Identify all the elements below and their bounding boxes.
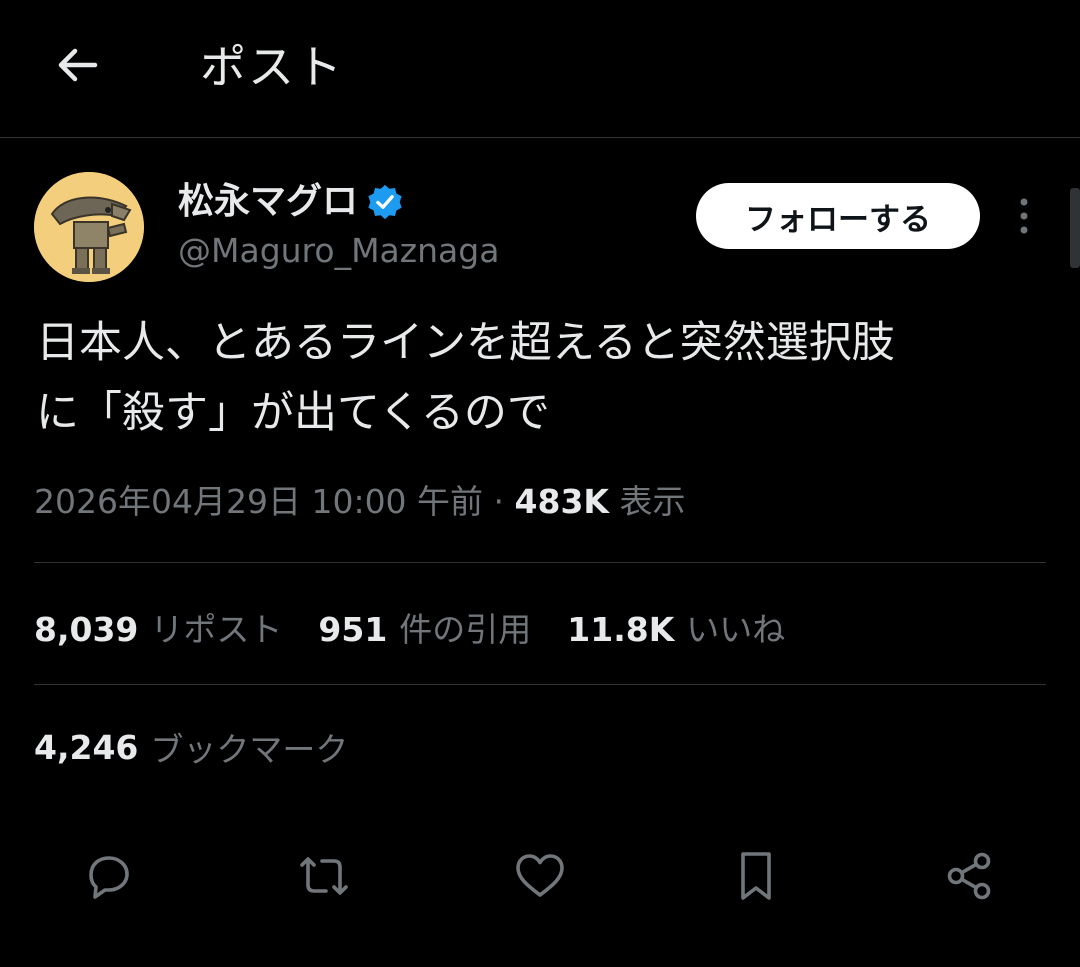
timestamp[interactable]: 2026年04月29日 10:00 午前 — [34, 482, 483, 521]
engagement-stats: 8,039 リポスト 951 件の引用 11.8K いいね — [34, 602, 821, 652]
repost-button[interactable] — [294, 846, 354, 906]
more-button[interactable] — [1004, 190, 1044, 242]
arrow-left-icon — [58, 48, 98, 82]
reposts-stat[interactable]: 8,039 リポスト — [34, 603, 282, 651]
views-label: 表示 — [619, 482, 686, 521]
like-button[interactable] — [510, 846, 570, 906]
quotes-label: 件の引用 — [399, 610, 532, 649]
divider — [34, 562, 1046, 563]
top-bar: ポスト — [0, 0, 1080, 138]
bookmarks-label: ブックマーク — [150, 730, 349, 769]
tweet-meta: 2026年04月29日 10:00 午前 · 483K 表示 — [34, 478, 686, 526]
author-name[interactable]: 松永マグロ — [178, 178, 358, 226]
reposts-label: リポスト — [150, 610, 283, 649]
reposts-count: 8,039 — [34, 610, 139, 649]
tweet-text: 日本人、とあるラインを超えると突然選択肢 に「殺す」が出てくるので — [36, 308, 1046, 448]
author-name-row[interactable]: 松永マグロ — [178, 178, 404, 226]
tweet-text-line: 日本人、とあるラインを超えると突然選択肢 — [36, 318, 895, 368]
repost-icon — [300, 857, 348, 895]
action-bar — [0, 838, 1080, 910]
quotes-count: 951 — [318, 610, 388, 649]
reply-button[interactable] — [78, 846, 138, 906]
likes-label: いいね — [686, 610, 786, 649]
scrollbar[interactable] — [1070, 188, 1080, 268]
share-button[interactable] — [940, 846, 1000, 906]
divider — [34, 684, 1046, 685]
page-title: ポスト — [200, 40, 344, 94]
more-vertical-icon — [1020, 198, 1028, 234]
bookmark-icon — [741, 852, 771, 900]
follow-button[interactable]: フォローする — [696, 183, 980, 249]
back-button[interactable] — [46, 34, 108, 96]
verified-badge-icon — [368, 184, 402, 220]
bookmarks-stat: 4,246 ブックマーク — [34, 722, 348, 772]
tweet-text-line: に「殺す」が出てくるので — [36, 388, 550, 438]
likes-stat[interactable]: 11.8K いいね — [567, 603, 785, 651]
bookmark-button[interactable] — [726, 846, 786, 906]
meta-separator: · — [493, 482, 505, 521]
views-count[interactable]: 483K — [515, 482, 609, 521]
bookmarks-count: 4,246 — [34, 727, 139, 767]
avatar[interactable] — [34, 172, 144, 282]
reply-icon — [89, 856, 129, 899]
avatar-image — [34, 172, 144, 282]
author-handle[interactable]: @Maguro_Maznaga — [178, 228, 499, 274]
share-icon — [947, 852, 991, 900]
likes-count: 11.8K — [567, 610, 675, 649]
quotes-stat[interactable]: 951 件の引用 — [318, 603, 531, 651]
like-icon — [516, 854, 564, 897]
